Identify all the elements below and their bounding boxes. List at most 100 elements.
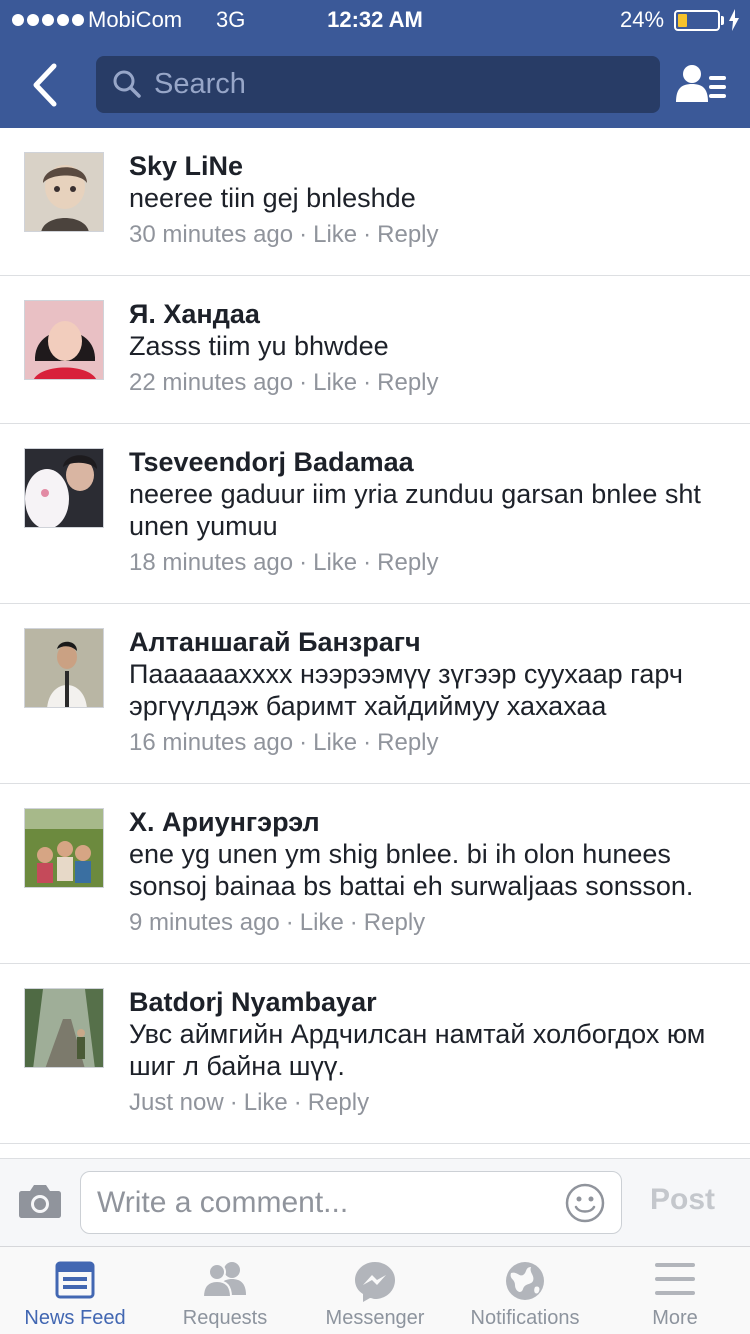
comment-meta: 9 minutes ago · Like · Reply	[129, 907, 726, 939]
friend-list-icon	[676, 65, 726, 102]
friend-requests-icon	[202, 1262, 246, 1297]
comment-author[interactable]: Batdorj Nyambayar	[129, 986, 726, 1018]
like-link[interactable]: Like	[313, 729, 357, 756]
avatar[interactable]	[24, 448, 104, 528]
comment-author[interactable]: Я. Хандаа	[129, 298, 726, 330]
tab-label: Messenger	[325, 1307, 425, 1329]
like-link[interactable]: Like	[313, 549, 357, 576]
tab-more[interactable]: More	[600, 1247, 750, 1334]
comment-composer: Post	[0, 1158, 750, 1246]
comment-time: 9 minutes ago	[129, 909, 280, 936]
smiley-icon[interactable]	[565, 1183, 605, 1223]
comment-time: 18 minutes ago	[129, 549, 294, 576]
comment-meta: 22 minutes ago · Like · Reply	[129, 367, 726, 399]
comment-time: 22 minutes ago	[129, 369, 294, 396]
news-feed-icon	[55, 1261, 95, 1299]
messenger-icon	[355, 1262, 395, 1302]
separator-dot: ·	[229, 1089, 238, 1116]
globe-icon	[506, 1262, 544, 1300]
separator-dot: ·	[363, 369, 372, 396]
comment-text: Увс аймгийн Ардчилсан намтай холбогдох ю…	[129, 1019, 706, 1081]
comment-item: Х. Ариунгэрэл ene yg unen ym shig bnlee.…	[0, 784, 750, 964]
comment-input[interactable]	[97, 1172, 567, 1233]
avatar-image	[25, 989, 103, 1067]
comment-meta: Just now · Like · Reply	[129, 1087, 726, 1119]
comment-time: 16 minutes ago	[129, 729, 294, 756]
battery-icon	[674, 10, 720, 31]
reply-link[interactable]: Reply	[308, 1089, 369, 1116]
reply-link[interactable]: Reply	[377, 221, 438, 248]
friend-list-button[interactable]	[676, 62, 730, 108]
battery-level	[678, 14, 687, 27]
comment-text: ene yg unen ym shig bnlee. bi ih olon hu…	[129, 839, 694, 901]
comment-text: Zasss tiim yu bhwdee	[129, 331, 389, 361]
search-bar[interactable]	[96, 56, 660, 113]
camera-button[interactable]	[18, 1183, 62, 1224]
comment-field[interactable]	[80, 1171, 622, 1234]
camera-icon	[19, 1185, 61, 1218]
top-bar: MobiCom 3G 12:32 AM 24%	[0, 0, 750, 128]
menu-icon	[655, 1263, 695, 1295]
comment-item: Алтаншагай Банзрагч Паааааaxxxx нээрээмү…	[0, 604, 750, 784]
avatar[interactable]	[24, 152, 104, 232]
separator-dot: ·	[299, 729, 308, 756]
comment-author[interactable]: Х. Ариунгэрэл	[129, 806, 726, 838]
avatar[interactable]	[24, 988, 104, 1068]
separator-dot: ·	[299, 369, 308, 396]
tab-messenger[interactable]: Messenger	[300, 1247, 450, 1334]
separator-dot: ·	[299, 549, 308, 576]
comment-item: Batdorj Nyambayar Увс аймгийн Ардчилсан …	[0, 964, 750, 1144]
tab-bar: News Feed Requests Messenger Notificatio…	[0, 1246, 750, 1334]
separator-dot: ·	[363, 221, 372, 248]
comment-author[interactable]: Алтаншагай Банзрагч	[129, 626, 726, 658]
separator-dot: ·	[363, 549, 372, 576]
tab-label: Requests	[182, 1307, 268, 1329]
avatar[interactable]	[24, 628, 104, 708]
back-button[interactable]	[28, 62, 68, 108]
tab-label: News Feed	[24, 1307, 126, 1329]
battery-tip	[721, 16, 724, 25]
avatar-image	[25, 153, 103, 231]
comment-text: Паааааaxxxx нээрээмүү зүгээр суухаар гар…	[129, 659, 683, 721]
comment-author[interactable]: Tseveendorj Badamaa	[129, 446, 726, 478]
comment-author[interactable]: Sky LiNe	[129, 150, 726, 182]
battery-percent: 24%	[620, 7, 665, 32]
like-link[interactable]: Like	[300, 909, 344, 936]
tab-notifications[interactable]: Notifications	[450, 1247, 600, 1334]
avatar[interactable]	[24, 808, 104, 888]
avatar-image	[25, 629, 103, 707]
chevron-left-icon	[33, 63, 57, 107]
separator-dot: ·	[349, 909, 358, 936]
separator-dot: ·	[285, 909, 294, 936]
separator-dot: ·	[293, 1089, 302, 1116]
comment-text: neeree tiin gej bnleshde	[129, 183, 416, 213]
like-link[interactable]: Like	[313, 221, 357, 248]
like-link[interactable]: Like	[313, 369, 357, 396]
comment-time: 30 minutes ago	[129, 221, 294, 248]
avatar[interactable]	[24, 300, 104, 380]
like-link[interactable]: Like	[244, 1089, 288, 1116]
tab-label: More	[652, 1307, 698, 1329]
status-bar: MobiCom 3G 12:32 AM 24%	[0, 0, 750, 40]
search-input[interactable]	[154, 56, 634, 113]
tab-news-feed[interactable]: News Feed	[0, 1247, 150, 1334]
avatar-image	[25, 449, 103, 527]
charging-bolt-icon	[729, 9, 739, 31]
post-button[interactable]: Post	[650, 1183, 715, 1217]
reply-link[interactable]: Reply	[377, 729, 438, 756]
separator-dot: ·	[363, 729, 372, 756]
reply-link[interactable]: Reply	[377, 549, 438, 576]
comment-time: Just now	[129, 1089, 224, 1116]
comment-item: Tseveendorj Badamaa neeree gaduur iim yr…	[0, 424, 750, 604]
comment-meta: 16 minutes ago · Like · Reply	[129, 727, 726, 759]
comment-item: Я. Хандаа Zasss tiim yu bhwdee 22 minute…	[0, 276, 750, 424]
reply-link[interactable]: Reply	[364, 909, 425, 936]
comment-meta: 30 minutes ago · Like · Reply	[129, 219, 726, 251]
comment-item: Sky LiNe neeree tiin gej bnleshde 30 min…	[0, 128, 750, 276]
tab-requests[interactable]: Requests	[150, 1247, 300, 1334]
reply-link[interactable]: Reply	[377, 369, 438, 396]
comment-list: Sky LiNe neeree tiin gej bnleshde 30 min…	[0, 128, 750, 1144]
avatar-image	[25, 301, 103, 379]
tab-label: Notifications	[470, 1307, 580, 1329]
comment-meta: 18 minutes ago · Like · Reply	[129, 547, 726, 579]
